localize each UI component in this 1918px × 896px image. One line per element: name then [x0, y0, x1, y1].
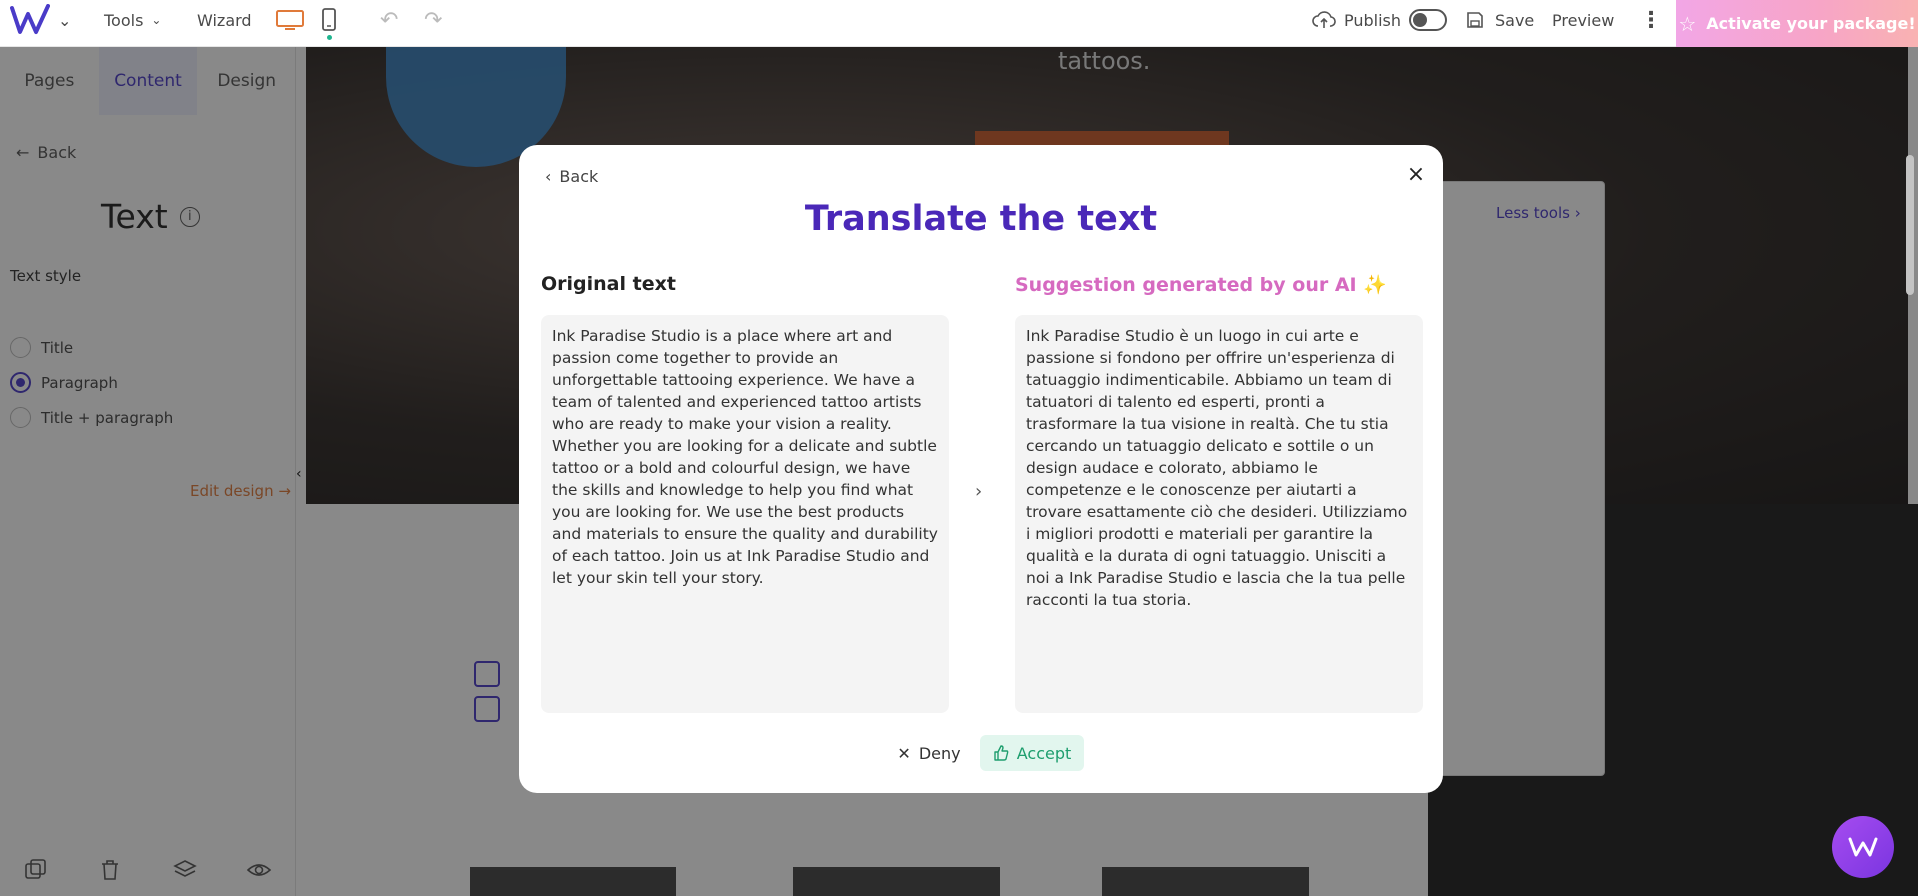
original-text-box: Ink Paradise Studio is a place where art…	[541, 315, 949, 713]
ai-suggestion-box[interactable]: Ink Paradise Studio è un luogo in cui ar…	[1015, 315, 1423, 713]
undo-icon[interactable]: ↶	[380, 0, 398, 40]
preview-button[interactable]: Preview	[1552, 0, 1614, 40]
star-icon: ☆	[1678, 11, 1697, 36]
active-dot	[327, 35, 332, 40]
mobile-view-button[interactable]	[321, 0, 337, 40]
deny-label: Deny	[918, 743, 961, 763]
assistant-button[interactable]	[1832, 816, 1894, 878]
save-label: Save	[1495, 10, 1535, 30]
chevron-left-icon: ‹	[545, 167, 552, 186]
tools-label: Tools	[104, 10, 144, 30]
scrollbar[interactable]	[1906, 155, 1914, 295]
close-icon[interactable]: ×	[1406, 164, 1426, 186]
logo-icon	[1848, 837, 1878, 857]
accept-button[interactable]: Accept	[980, 735, 1084, 771]
accept-label: Accept	[1016, 743, 1072, 763]
deny-button[interactable]: ✕ Deny	[889, 735, 969, 771]
chevron-right-icon: ›	[975, 481, 983, 502]
save-icon	[1467, 12, 1483, 28]
thumbs-up-icon	[994, 745, 1009, 761]
ai-suggestion-heading: Suggestion generated by our AI ✨	[1015, 274, 1387, 296]
desktop-view-button[interactable]	[275, 0, 305, 40]
activate-label: Activate your package!	[1706, 14, 1916, 33]
x-icon: ✕	[897, 743, 911, 763]
original-text-heading: Original text	[541, 273, 676, 295]
publish-label: Publish	[1344, 10, 1402, 30]
logo-menu-chevron-icon[interactable]: ⌄	[58, 0, 71, 40]
more-options-icon[interactable]: ⋮	[1640, 0, 1662, 40]
save-button[interactable]: Save	[1465, 0, 1534, 40]
tools-menu[interactable]: Tools ⌄	[104, 0, 161, 40]
chevron-down-icon: ⌄	[151, 13, 162, 27]
desktop-icon	[276, 10, 304, 30]
redo-icon[interactable]: ↷	[424, 0, 442, 40]
top-bar: ⌄ Tools ⌄ Wizard ↶ ↷ Publish Save Previe…	[0, 0, 1918, 47]
modal-back-link[interactable]: ‹ Back	[545, 167, 598, 186]
activate-package-button[interactable]: ☆ Activate your package!	[1676, 0, 1918, 47]
mobile-icon	[322, 8, 336, 31]
cloud-upload-icon	[1312, 11, 1336, 28]
modal-back-label: Back	[559, 167, 599, 186]
modal-title: Translate the text	[804, 199, 1158, 239]
publish-toggle[interactable]	[1409, 9, 1448, 31]
publish-control[interactable]: Publish	[1312, 0, 1448, 40]
wizard-button[interactable]: Wizard	[197, 0, 252, 40]
logo-icon[interactable]	[10, 4, 50, 36]
translate-dialog: ‹ Back × Translate the text Original tex…	[519, 145, 1443, 793]
